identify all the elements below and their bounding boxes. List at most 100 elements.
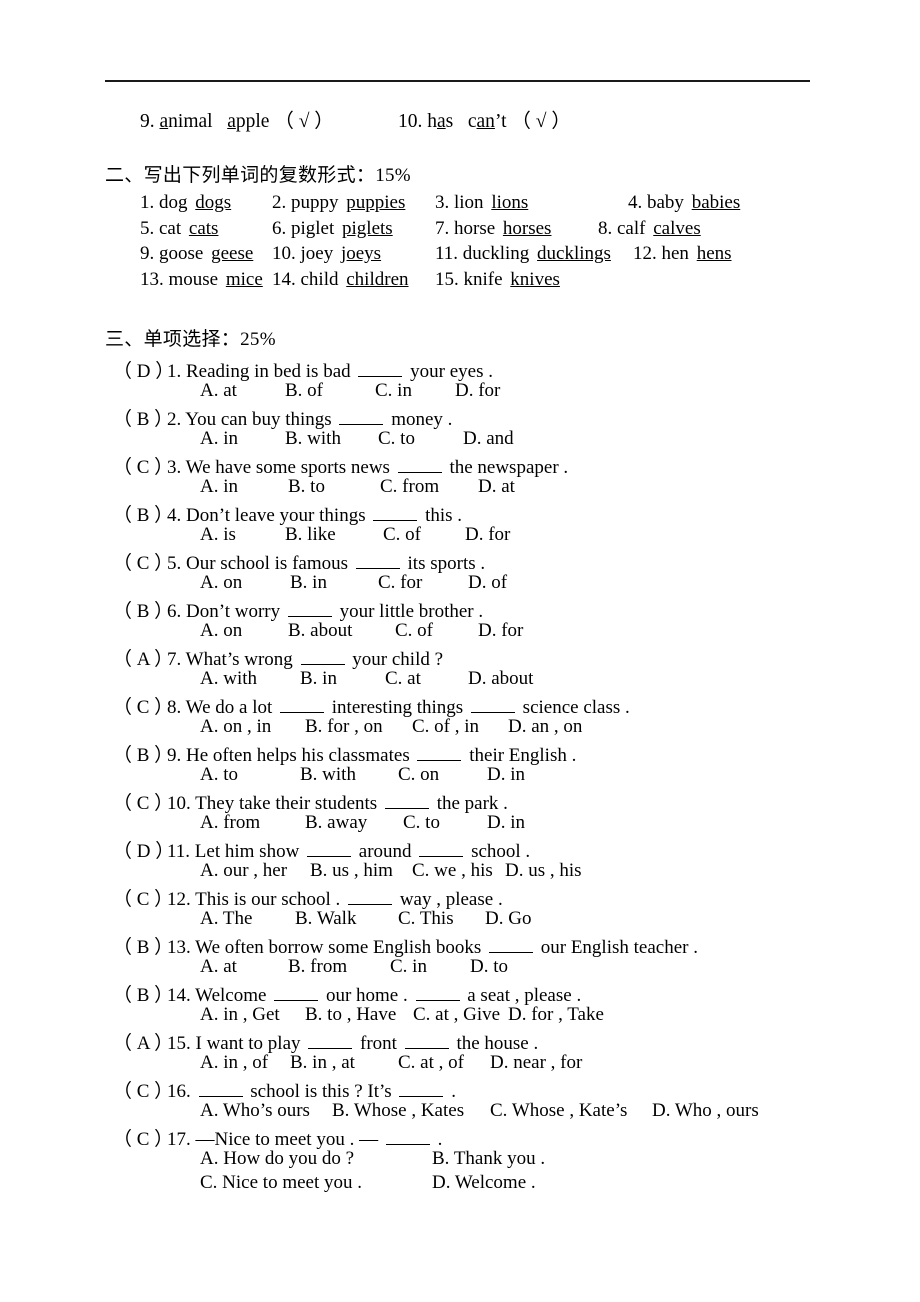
- mc-option[interactable]: C. Nice to meet you .: [200, 1172, 362, 1194]
- mc-option[interactable]: B. about: [288, 620, 352, 642]
- mc-option[interactable]: A. Who’s ours: [200, 1100, 310, 1122]
- mc-option[interactable]: B. Walk: [295, 908, 356, 930]
- mc-option[interactable]: D. Who , ours: [652, 1100, 759, 1122]
- mc-option[interactable]: B. in: [300, 668, 337, 690]
- mc-option[interactable]: A. is: [200, 524, 236, 546]
- plural-item-answer[interactable]: joeys: [338, 243, 384, 264]
- mc-option[interactable]: B. in: [290, 572, 327, 594]
- mc-option[interactable]: D. of: [468, 572, 507, 594]
- mc-option[interactable]: B. to , Have: [305, 1004, 396, 1026]
- mc-answer-bracket[interactable]: （ B ）: [113, 980, 173, 1007]
- mc-option[interactable]: C. to: [378, 428, 415, 450]
- mc-answer-bracket[interactable]: （ A ）: [113, 644, 173, 671]
- plural-item-answer[interactable]: knives: [507, 269, 563, 290]
- mc-option[interactable]: D. in: [487, 764, 525, 786]
- mc-answer-blank[interactable]: [274, 982, 319, 1001]
- mc-option[interactable]: C. from: [380, 476, 439, 498]
- mc-option[interactable]: A. with: [200, 668, 257, 690]
- mc-option[interactable]: B. with: [300, 764, 356, 786]
- mc-option[interactable]: A. on: [200, 572, 242, 594]
- mc-option[interactable]: B. Thank you .: [432, 1148, 545, 1170]
- mc-option[interactable]: A. in: [200, 476, 238, 498]
- mc-option[interactable]: A. from: [200, 812, 260, 834]
- plural-item-answer[interactable]: puppies: [343, 192, 408, 213]
- mc-option[interactable]: A. at: [200, 956, 237, 978]
- mc-option[interactable]: A. in , of: [200, 1052, 268, 1074]
- mc-option[interactable]: D. Welcome .: [432, 1172, 536, 1194]
- mc-answer-blank[interactable]: [397, 454, 442, 473]
- mc-option[interactable]: D. and: [463, 428, 514, 450]
- mc-answer-bracket[interactable]: （ C ）: [113, 452, 173, 479]
- mc-option[interactable]: C. on: [398, 764, 439, 786]
- mc-answer-blank[interactable]: [399, 1078, 444, 1097]
- mc-option[interactable]: C. at: [385, 668, 421, 690]
- mc-option[interactable]: C. to: [403, 812, 440, 834]
- mc-answer-blank[interactable]: [404, 1030, 449, 1049]
- mc-answer-bracket[interactable]: （ B ）: [113, 500, 173, 527]
- mc-option[interactable]: C. in: [375, 380, 412, 402]
- mc-answer-blank[interactable]: [339, 406, 384, 425]
- mc-answer-blank[interactable]: [280, 694, 325, 713]
- mc-option[interactable]: C. Whose , Kate’s: [490, 1100, 627, 1122]
- mc-answer-blank[interactable]: [417, 742, 462, 761]
- mc-answer-blank[interactable]: [198, 1078, 243, 1097]
- plural-item-answer[interactable]: ducklings: [534, 243, 612, 264]
- mc-option[interactable]: D. to: [470, 956, 508, 978]
- mc-answer-bracket[interactable]: （ B ）: [113, 740, 173, 767]
- mc-answer-blank[interactable]: [373, 502, 418, 521]
- mc-answer-blank[interactable]: [419, 838, 464, 857]
- mc-option[interactable]: D. for: [455, 380, 500, 402]
- mc-option[interactable]: D. in: [487, 812, 525, 834]
- mc-option[interactable]: C. of: [395, 620, 433, 642]
- plural-item-answer[interactable]: dogs: [192, 192, 234, 213]
- mc-option[interactable]: B. like: [285, 524, 336, 546]
- mc-option[interactable]: B. Whose , Kates: [332, 1100, 464, 1122]
- mc-answer-bracket[interactable]: （ B ）: [113, 404, 173, 431]
- mc-answer-bracket[interactable]: （ B ）: [113, 596, 173, 623]
- mc-option[interactable]: D. at: [478, 476, 515, 498]
- mc-option[interactable]: B. of: [285, 380, 323, 402]
- mc-option[interactable]: D. for , Take: [508, 1004, 604, 1026]
- mc-answer-blank[interactable]: [287, 598, 332, 617]
- mc-option[interactable]: C. in: [390, 956, 427, 978]
- plural-item-answer[interactable]: mice: [223, 269, 266, 290]
- mc-option[interactable]: D. an , on: [508, 716, 582, 738]
- mc-option[interactable]: A. to: [200, 764, 238, 786]
- plural-item-answer[interactable]: lions: [488, 192, 531, 213]
- mc-answer-bracket[interactable]: （ A ）: [113, 1028, 173, 1055]
- mc-answer-bracket[interactable]: （ C ）: [113, 1076, 173, 1103]
- mc-answer-bracket[interactable]: （ D ）: [113, 836, 174, 863]
- mc-answer-bracket[interactable]: （ C ）: [113, 548, 173, 575]
- mc-option[interactable]: D. near , for: [490, 1052, 582, 1074]
- plural-item-answer[interactable]: cats: [186, 218, 222, 239]
- mc-answer-blank[interactable]: [348, 886, 393, 905]
- mc-option[interactable]: A. on , in: [200, 716, 271, 738]
- mc-option[interactable]: C. at , of: [398, 1052, 464, 1074]
- mc-option[interactable]: B. with: [285, 428, 341, 450]
- mc-option[interactable]: A. on: [200, 620, 242, 642]
- plural-item-answer[interactable]: calves: [650, 218, 703, 239]
- mc-option[interactable]: A. at: [200, 380, 237, 402]
- mc-option[interactable]: C. of: [383, 524, 421, 546]
- mc-answer-blank[interactable]: [385, 1126, 430, 1145]
- mc-option[interactable]: A. The: [200, 908, 252, 930]
- mc-answer-blank[interactable]: [415, 982, 460, 1001]
- mc-option[interactable]: C. we , his: [412, 860, 493, 882]
- mc-option[interactable]: B. us , him: [310, 860, 393, 882]
- mc-answer-blank[interactable]: [470, 694, 515, 713]
- mc-option[interactable]: B. to: [288, 476, 325, 498]
- mc-option[interactable]: C. This: [398, 908, 454, 930]
- mc-answer-bracket[interactable]: （ C ）: [113, 1124, 173, 1151]
- mc-option[interactable]: A. our , her: [200, 860, 287, 882]
- plural-item-answer[interactable]: piglets: [339, 218, 396, 239]
- mc-option[interactable]: B. in , at: [290, 1052, 355, 1074]
- mc-option[interactable]: A. How do you do ?: [200, 1148, 354, 1170]
- mc-answer-bracket[interactable]: （ C ）: [113, 884, 173, 911]
- mc-option[interactable]: C. of , in: [412, 716, 479, 738]
- plural-item-answer[interactable]: hens: [694, 243, 735, 264]
- mc-answer-blank[interactable]: [300, 646, 345, 665]
- mc-answer-blank[interactable]: [384, 790, 429, 809]
- mc-answer-blank[interactable]: [489, 934, 533, 953]
- mc-answer-blank[interactable]: [307, 838, 352, 857]
- mc-answer-blank[interactable]: [358, 358, 403, 377]
